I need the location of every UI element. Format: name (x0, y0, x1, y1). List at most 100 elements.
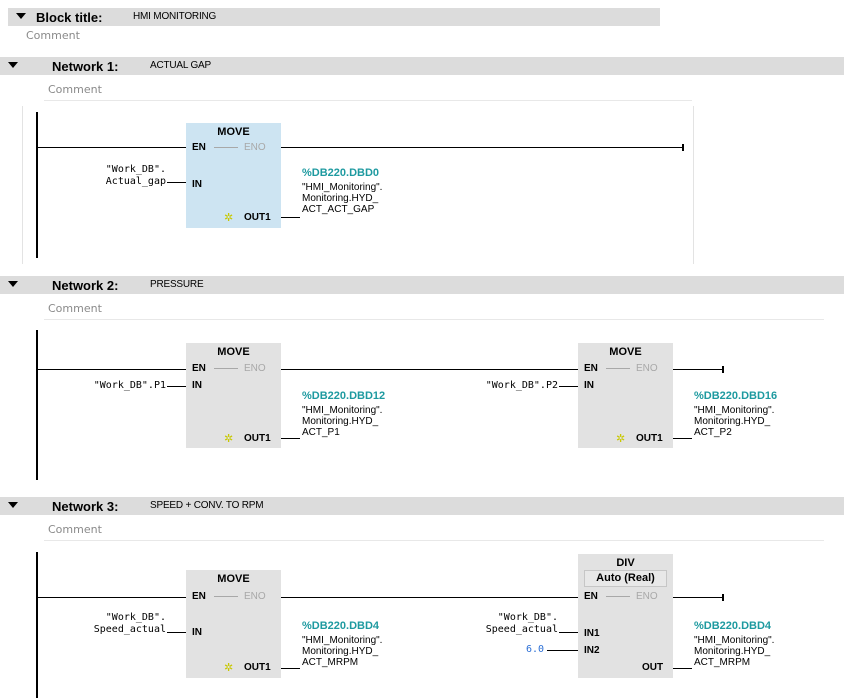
output-var-line3[interactable]: ACT_MRPM (302, 657, 358, 668)
pin-out1[interactable]: OUT1 (244, 662, 271, 673)
wire (281, 438, 300, 439)
network-2-title: PRESSURE (150, 279, 204, 290)
output-var-line2[interactable]: Monitoring.HYD_ (302, 416, 378, 427)
pin-en[interactable]: EN (192, 363, 206, 374)
input-var[interactable]: "Work_DB".P1 (56, 380, 166, 391)
network-3-comment-box[interactable]: Comment (44, 520, 824, 541)
output-var-line1[interactable]: "HMI_Monitoring". (302, 182, 382, 193)
input-var-line2[interactable]: Speed_actual (458, 624, 558, 635)
en-eno-line (214, 596, 238, 597)
wire (673, 438, 692, 439)
output-var-line2[interactable]: Monitoring.HYD_ (694, 416, 770, 427)
output-var-line1[interactable]: "HMI_Monitoring". (694, 405, 774, 416)
sparkle-icon: ✲ (224, 212, 234, 224)
triangle-down-icon[interactable] (16, 13, 26, 19)
output-var-line3[interactable]: ACT_P2 (694, 427, 732, 438)
wire (38, 369, 186, 370)
power-rail (36, 112, 38, 258)
block-title-text: HMI MONITORING (133, 11, 217, 22)
network-3-header[interactable]: Network 3: SPEED + CONV. TO RPM (0, 497, 844, 515)
pin-eno[interactable]: ENO (244, 363, 266, 374)
input-var[interactable]: "Work_DB".P2 (448, 380, 558, 391)
output-var-line1[interactable]: "HMI_Monitoring". (694, 635, 774, 646)
constant-value[interactable]: 6.0 (488, 644, 544, 655)
triangle-down-icon[interactable] (8, 281, 18, 287)
network-1-header[interactable]: Network 1: ACTUAL GAP (0, 57, 844, 75)
pin-in[interactable]: IN (584, 380, 594, 391)
move-box-4[interactable]: MOVE EN ENO IN ✲ OUT1 (186, 570, 281, 678)
network-3-label: Network 3: (52, 499, 119, 514)
input-var-line2[interactable]: Speed_actual (66, 624, 166, 635)
box-title: MOVE (217, 346, 250, 358)
triangle-down-icon[interactable] (8, 62, 18, 68)
pin-in2[interactable]: IN2 (584, 645, 600, 656)
move-box-3[interactable]: MOVE EN ENO IN ✲ OUT1 (578, 343, 673, 448)
input-var-line2[interactable]: Actual_gap (76, 176, 166, 187)
wire (167, 386, 186, 387)
network-1-comment-box[interactable]: Comment (44, 80, 692, 101)
wire (559, 632, 578, 633)
output-var-line2[interactable]: Monitoring.HYD_ (694, 646, 770, 657)
en-eno-line (606, 368, 630, 369)
wire (281, 668, 300, 669)
pin-eno[interactable]: ENO (244, 591, 266, 602)
network-1-title: ACTUAL GAP (150, 60, 211, 71)
output-address[interactable]: %DB220.DBD16 (694, 390, 777, 402)
pin-eno[interactable]: ENO (244, 142, 266, 153)
pin-in[interactable]: IN (192, 627, 202, 638)
box-title: DIV (616, 557, 635, 569)
wire (38, 597, 186, 598)
pin-out1[interactable]: OUT1 (244, 433, 271, 444)
en-eno-line (606, 596, 630, 597)
box-title: MOVE (217, 573, 250, 585)
pin-en[interactable]: EN (584, 363, 598, 374)
pin-en[interactable]: EN (192, 142, 206, 153)
network-2-header[interactable]: Network 2: PRESSURE (0, 276, 844, 294)
output-var-line2[interactable]: Monitoring.HYD_ (302, 646, 378, 657)
output-var-line3[interactable]: ACT_MRPM (694, 657, 750, 668)
pin-in1[interactable]: IN1 (584, 628, 600, 639)
wire (673, 668, 692, 669)
output-var-line1[interactable]: "HMI_Monitoring". (302, 635, 382, 646)
wire-end (682, 144, 684, 151)
output-address[interactable]: %DB220.DBD0 (302, 167, 379, 179)
sparkle-icon: ✲ (224, 662, 234, 674)
move-box-1[interactable]: MOVE EN ENO IN ✲ OUT1 (186, 123, 281, 228)
network-1-comment: Comment (48, 83, 102, 96)
wire (38, 147, 186, 148)
pin-out1[interactable]: OUT1 (636, 433, 663, 444)
output-var-line3[interactable]: ACT_P1 (302, 427, 340, 438)
pin-eno[interactable]: ENO (636, 591, 658, 602)
div-box[interactable]: DIV Auto (Real) EN ENO IN1 IN2 OUT (578, 554, 673, 678)
move-box-2[interactable]: MOVE EN ENO IN ✲ OUT1 (186, 343, 281, 448)
block-title-bar[interactable]: Block title: HMI MONITORING (8, 8, 660, 26)
input-var-line1[interactable]: "Work_DB". (66, 612, 166, 623)
wire (673, 597, 724, 598)
pin-en[interactable]: EN (584, 591, 598, 602)
output-address[interactable]: %DB220.DBD12 (302, 390, 385, 402)
pin-in[interactable]: IN (192, 380, 202, 391)
output-var-line1[interactable]: "HMI_Monitoring". (302, 405, 382, 416)
output-address[interactable]: %DB220.DBD4 (694, 620, 771, 632)
input-var-line1[interactable]: "Work_DB". (76, 164, 166, 175)
pin-en[interactable]: EN (192, 591, 206, 602)
wire-end (722, 594, 724, 601)
output-var-line3[interactable]: ACT_ACT_GAP (302, 204, 374, 215)
pin-in[interactable]: IN (192, 179, 202, 190)
pin-out[interactable]: OUT (642, 662, 663, 673)
pin-out1[interactable]: OUT1 (244, 212, 271, 223)
power-rail (36, 552, 38, 698)
type-label: Auto (Real) (596, 572, 655, 584)
output-var-line2[interactable]: Monitoring.HYD_ (302, 193, 378, 204)
wire (547, 650, 578, 651)
triangle-down-icon[interactable] (8, 502, 18, 508)
pin-eno[interactable]: ENO (636, 363, 658, 374)
box-title: MOVE (609, 346, 642, 358)
network-2-comment-box[interactable]: Comment (44, 299, 824, 320)
wire (281, 369, 578, 370)
wire (281, 147, 684, 148)
input-var-line1[interactable]: "Work_DB". (458, 612, 558, 623)
output-address[interactable]: %DB220.DBD4 (302, 620, 379, 632)
block-comment[interactable]: Comment (26, 29, 80, 42)
type-selector[interactable]: Auto (Real) (584, 570, 667, 587)
